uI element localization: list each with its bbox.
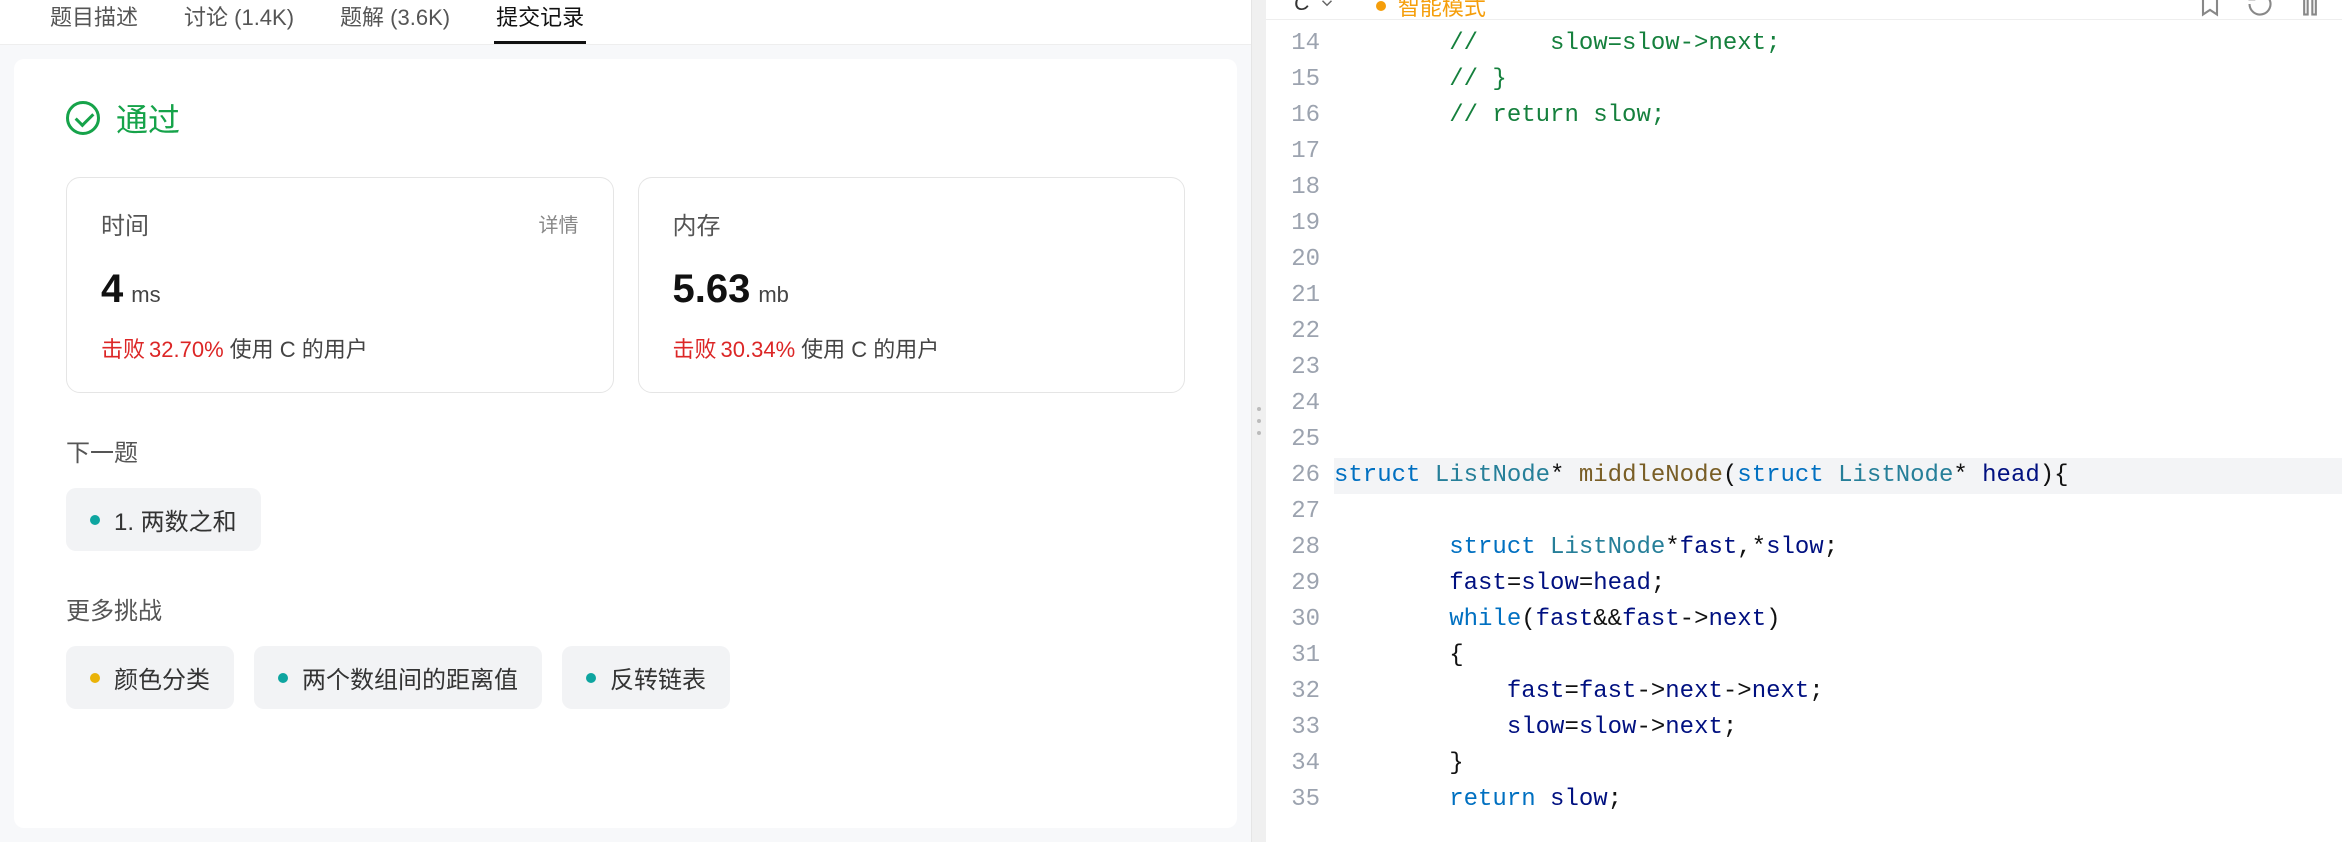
code-line-14[interactable]: // slow=slow->next; — [1334, 26, 2342, 62]
code-area[interactable]: // slow=slow->next; // } // return slow;… — [1334, 26, 2342, 842]
next-section-title: 下一题 — [66, 433, 1185, 468]
code-line-31[interactable]: { — [1334, 638, 2342, 674]
time-value: 4 — [101, 267, 123, 312]
next-pill-row: 1. 两数之和 — [66, 488, 1185, 551]
code-line-15[interactable]: // } — [1334, 62, 2342, 98]
time-beat: 击败32.70%使用 C 的用户 — [101, 332, 579, 364]
tabs-row: 题目描述讨论 (1.4K) 题解 (3.6K) 提交记录 — [0, 0, 1251, 45]
code-line-18[interactable] — [1334, 170, 2342, 206]
code-line-32[interactable]: fast=fast->next->next; — [1334, 674, 2342, 710]
code-line-25[interactable] — [1334, 422, 2342, 458]
time-unit: ms — [131, 282, 160, 308]
next-problem-pill-0[interactable]: 1. 两数之和 — [66, 488, 261, 551]
code-line-24[interactable] — [1334, 386, 2342, 422]
memory-card[interactable]: 内存 5.63 mb 击败30.34%使用 C 的用户 — [638, 177, 1186, 393]
submission-content: 通过 时间 详情 4 ms 击败32.70%使用 C 的用户 内存 — [14, 59, 1237, 828]
code-line-20[interactable] — [1334, 242, 2342, 278]
memory-beat: 击败30.34%使用 C 的用户 — [673, 332, 1151, 364]
line-gutter: 1415161718192021222324252627282930313233… — [1266, 26, 1334, 842]
difficulty-dot-icon — [586, 673, 596, 683]
check-circle-icon — [66, 101, 100, 135]
status-text: 通过 — [116, 95, 180, 141]
more-challenge-pill-2[interactable]: 反转链表 — [562, 646, 730, 709]
time-title: 时间 — [101, 206, 149, 241]
chevron-down-icon[interactable] — [1318, 0, 1336, 12]
memory-unit: mb — [758, 282, 789, 308]
bookmark-icon[interactable] — [2196, 0, 2224, 18]
memory-value: 5.63 — [673, 267, 751, 312]
more-pill-row: 颜色分类 两个数组间的距离值 反转链表 — [66, 646, 1185, 709]
code-line-27[interactable] — [1334, 494, 2342, 530]
mode-indicator[interactable]: 智能模式 — [1376, 0, 1486, 20]
difficulty-dot-icon — [278, 673, 288, 683]
more-challenge-pill-label: 两个数组间的距离值 — [302, 660, 518, 695]
time-detail-link[interactable]: 详情 — [539, 209, 579, 238]
drag-dots-icon — [1257, 407, 1261, 435]
code-line-16[interactable]: // return slow; — [1334, 98, 2342, 134]
code-line-17[interactable] — [1334, 134, 2342, 170]
right-panel: C 智能模式 141516171819202122232425262728293… — [1266, 0, 2342, 842]
editor-header: C 智能模式 — [1266, 0, 2342, 20]
reset-icon[interactable] — [2246, 0, 2274, 18]
code-line-35[interactable]: return slow; — [1334, 782, 2342, 818]
left-panel: 题目描述讨论 (1.4K) 题解 (3.6K) 提交记录 通过 时间 详情 4 ms… — [0, 0, 1252, 842]
code-line-22[interactable] — [1334, 314, 2342, 350]
status-row: 通过 — [66, 95, 1185, 141]
mode-dot-icon — [1376, 1, 1386, 11]
metrics-row: 时间 详情 4 ms 击败32.70%使用 C 的用户 内存 5.63 mb — [66, 177, 1185, 393]
code-line-26[interactable]: struct ListNode* middleNode(struct ListN… — [1334, 458, 2342, 494]
memory-title: 内存 — [673, 206, 721, 241]
settings-icon[interactable] — [2296, 0, 2324, 18]
next-problem-pill-label: 1. 两数之和 — [114, 502, 237, 537]
more-section-title: 更多挑战 — [66, 591, 1185, 626]
code-line-29[interactable]: fast=slow=head; — [1334, 566, 2342, 602]
language-selector[interactable]: C — [1294, 0, 1310, 16]
more-challenge-pill-1[interactable]: 两个数组间的距离值 — [254, 646, 542, 709]
more-challenge-pill-label: 颜色分类 — [114, 660, 210, 695]
code-line-21[interactable] — [1334, 278, 2342, 314]
code-line-19[interactable] — [1334, 206, 2342, 242]
tab-0[interactable]: 题目描述 — [48, 0, 140, 44]
difficulty-dot-icon — [90, 515, 100, 525]
code-line-23[interactable] — [1334, 350, 2342, 386]
code-line-28[interactable]: struct ListNode*fast,*slow; — [1334, 530, 2342, 566]
tab-1[interactable]: 讨论 (1.4K) — [182, 0, 296, 44]
code-line-34[interactable]: } — [1334, 746, 2342, 782]
mode-text: 智能模式 — [1398, 0, 1486, 20]
more-challenge-pill-label: 反转链表 — [610, 660, 706, 695]
tab-2[interactable]: 题解 (3.6K) — [338, 0, 452, 44]
code-editor[interactable]: 1415161718192021222324252627282930313233… — [1266, 20, 2342, 842]
time-card[interactable]: 时间 详情 4 ms 击败32.70%使用 C 的用户 — [66, 177, 614, 393]
code-line-30[interactable]: while(fast&&fast->next) — [1334, 602, 2342, 638]
difficulty-dot-icon — [90, 673, 100, 683]
tab-3[interactable]: 提交记录 — [494, 0, 586, 44]
code-line-33[interactable]: slow=slow->next; — [1334, 710, 2342, 746]
more-challenge-pill-0[interactable]: 颜色分类 — [66, 646, 234, 709]
split-handle[interactable] — [1252, 0, 1266, 842]
